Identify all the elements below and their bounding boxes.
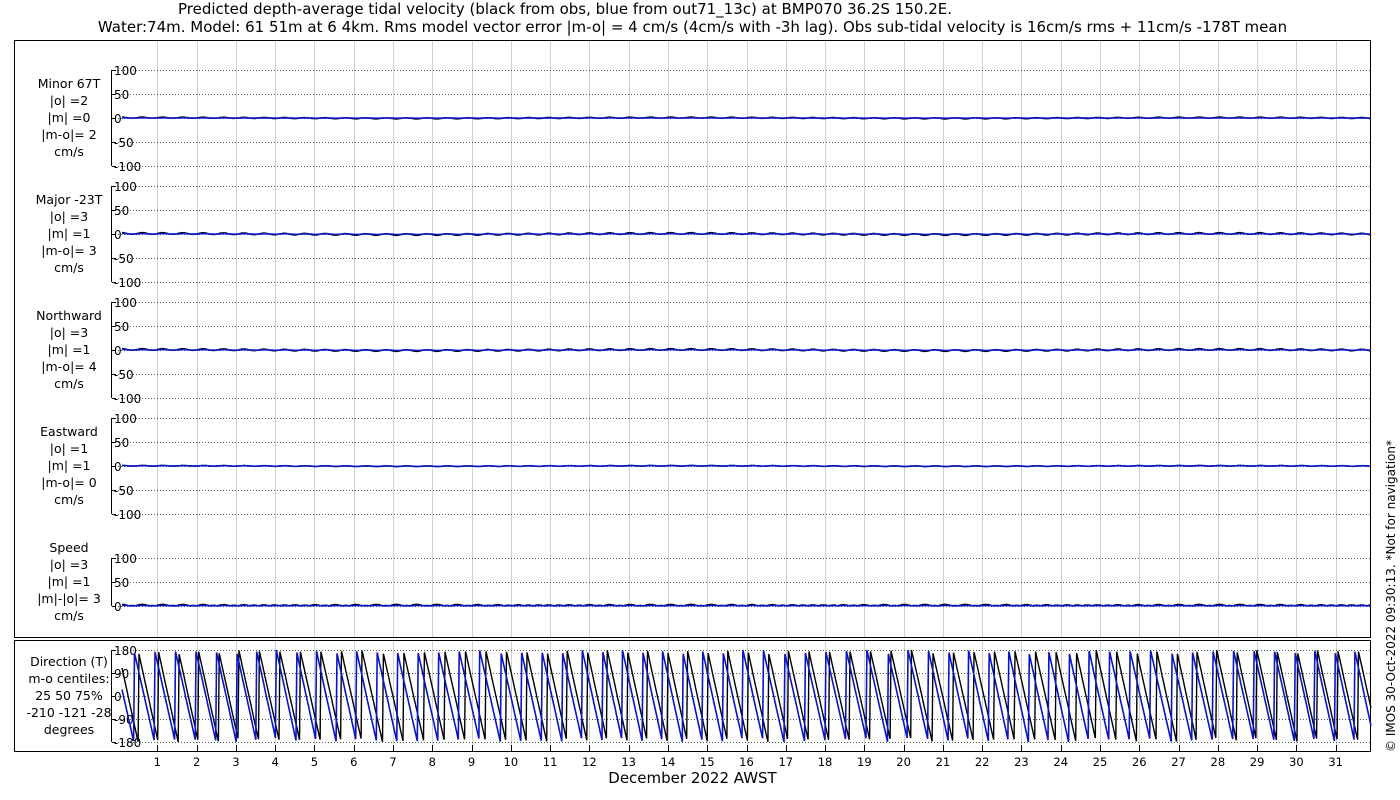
panel-label-line: cm/s	[54, 144, 84, 159]
panel-label-line: cm/s	[54, 608, 84, 623]
x-tick-label: 27	[1171, 755, 1186, 769]
panel-label-line: |m-o|= 3	[41, 243, 97, 258]
panel-label-northward: Northward |o| =3 |m| =1 |m-o|= 4 cm/s	[10, 307, 128, 392]
panel-label-line: |m| =0	[47, 110, 91, 125]
y-tick-label: -100	[114, 508, 141, 522]
copyright-notice: © IMOS 30-Oct-2022 09:30:13. *Not for na…	[1384, 440, 1398, 752]
subplot-major: 100500-50-100	[111, 180, 1372, 290]
panel-label-major: Major -23T |o| =3 |m| =1 |m-o|= 3 cm/s	[10, 191, 128, 276]
panel-label-line: |m-o|= 2	[41, 127, 97, 142]
subplot-northward: 100500-50-100	[111, 296, 1372, 406]
x-tick-label: 6	[350, 755, 357, 769]
panel-label-line: |m-o|= 4	[41, 359, 97, 374]
panel-label-line: |m|-|o|= 3	[37, 591, 101, 606]
panel-label-line: cm/s	[54, 376, 84, 391]
series-model-line	[122, 464, 1372, 468]
x-tick-label: 8	[429, 755, 436, 769]
x-tick-label: 4	[272, 755, 279, 769]
panel-label-minor: Minor 67T |o| =2 |m| =0 |m-o|= 2 cm/s	[10, 75, 128, 160]
series-model-line	[122, 348, 1372, 352]
panel-label-line: |m| =1	[47, 574, 91, 589]
series-model-line	[122, 232, 1372, 236]
panel-label-line: cm/s	[54, 260, 84, 275]
panel-label-line: |m-o|= 0	[41, 475, 97, 490]
panel-label-line: |o| =3	[49, 557, 89, 572]
x-tick-label: 9	[468, 755, 475, 769]
x-tick-label: 25	[1093, 755, 1108, 769]
x-tick-label: 18	[818, 755, 833, 769]
panel-label-line: Direction (T)	[30, 654, 108, 669]
x-tick-label: 22	[975, 755, 990, 769]
x-tick-label: 13	[621, 755, 636, 769]
panel-label-line: |m| =1	[47, 226, 91, 241]
subplot-speed: 100500	[111, 552, 1372, 614]
panel-label-line: cm/s	[54, 492, 84, 507]
panel-label-line: |m| =1	[47, 458, 91, 473]
x-tick-label: 10	[504, 755, 519, 769]
x-tick-label: 20	[896, 755, 911, 769]
panel-label-line: |m| =1	[47, 342, 91, 357]
panel-label-speed: Speed |o| =3 |m| =1 |m|-|o|= 3 cm/s	[10, 539, 128, 624]
x-tick-label: 24	[1053, 755, 1068, 769]
panel-label-line: Eastward	[40, 424, 98, 439]
panel-label-line: |o| =1	[49, 441, 89, 456]
panel-label-line: |o| =2	[49, 93, 89, 108]
x-tick-label: 26	[1132, 755, 1147, 769]
x-tick-label: 7	[389, 755, 396, 769]
panel-label-line: Northward	[36, 308, 102, 323]
y-tick-label: -100	[114, 276, 141, 290]
y-tick-label: -100	[114, 392, 141, 406]
panel-label-line: Minor 67T	[37, 76, 101, 91]
panel-label-line: |o| =3	[49, 325, 89, 340]
x-tick-label: 2	[193, 755, 200, 769]
x-tick-label: 21	[936, 755, 951, 769]
x-tick-label: 29	[1250, 755, 1265, 769]
x-tick-label: 5	[311, 755, 318, 769]
x-tick-label: 19	[857, 755, 872, 769]
subplot-minor: 100500-50-100	[111, 64, 1371, 174]
x-tick-label: 16	[739, 755, 754, 769]
x-tick-label: 28	[1211, 755, 1226, 769]
panel-label-direction: Direction (T) m-o centiles: 25 50 75% -2…	[10, 653, 128, 738]
upper-axes-frame	[14, 40, 1371, 638]
x-axis-label: December 2022 AWST	[608, 769, 777, 787]
series-model-line	[122, 604, 1371, 607]
panel-label-line: -210 -121 -28	[26, 705, 112, 720]
y-tick-label: -100	[114, 160, 141, 174]
panel-label-line: Major -23T	[35, 192, 103, 207]
subplot-eastward: 100500-50-100	[111, 412, 1372, 522]
x-tick-label: 23	[1014, 755, 1029, 769]
x-tick-label: 11	[543, 755, 558, 769]
panel-label-line: m-o centiles:	[28, 671, 110, 686]
panel-label-line: |o| =3	[49, 209, 89, 224]
x-tick-label: 17	[778, 755, 793, 769]
panel-label-line: Speed	[49, 540, 89, 555]
x-tick-label: 30	[1289, 755, 1304, 769]
x-tick-label: 12	[582, 755, 597, 769]
tidal-velocity-chart: 1 2 3 4 5 6 7 8 9 10 11 12 13 14 15 16 17 18 19 20 21 22 23 24 2…	[14, 40, 1372, 769]
panel-label-eastward: Eastward |o| =1 |m| =1 |m-o|= 0 cm/s	[10, 423, 128, 508]
panel-label-line: 25 50 75%	[35, 688, 103, 703]
x-tick-label: 3	[232, 755, 239, 769]
x-tick-label: 31	[1328, 755, 1343, 769]
x-tick-label: 14	[661, 755, 676, 769]
x-tick-label: 15	[700, 755, 715, 769]
x-tick-label: 1	[154, 755, 161, 769]
panel-label-line: degrees	[43, 722, 95, 737]
subplot-direction: 180900-90-180	[111, 644, 1372, 750]
